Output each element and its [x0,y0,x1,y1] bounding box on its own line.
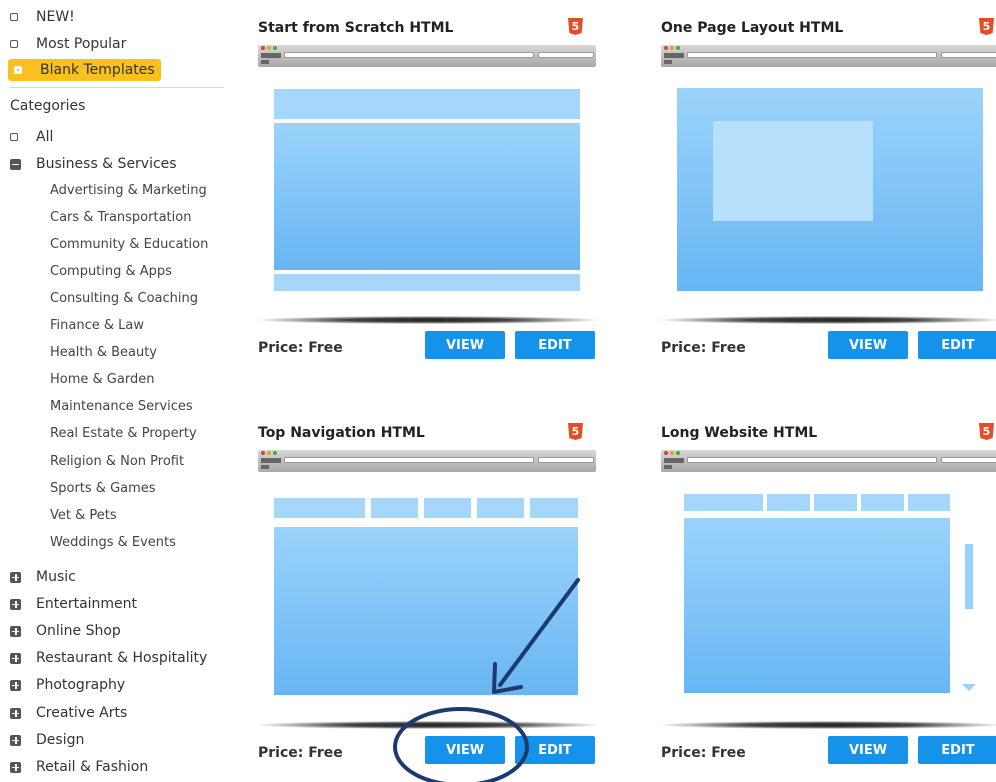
checkbox-icon[interactable] [10,133,18,141]
template-preview[interactable] [258,472,596,717]
category-label: Business & Services [36,156,177,172]
category-label: Music [36,569,76,585]
category-design[interactable]: Design [10,729,84,751]
card-shadow [258,316,598,324]
category-online-shop[interactable]: Online Shop [10,620,121,642]
template-card-one-page-layout: One Page Layout HTML 5 Price: Free VIEW … [661,0,996,380]
edit-button[interactable]: EDIT [918,331,996,359]
subcategory-item[interactable]: Cars & Transportation [50,207,191,227]
template-title: Start from Scratch HTML [258,20,454,36]
category-photography[interactable]: Photography [10,674,125,696]
card-shadow [258,721,598,729]
expand-icon[interactable] [10,571,21,583]
subcategory-item[interactable]: Finance & Law [50,315,144,335]
subcategory-item[interactable]: Computing & Apps [50,261,172,281]
filter-label: Blank Templates [40,62,155,78]
template-title: Top Navigation HTML [258,425,425,441]
expand-icon[interactable] [10,707,21,719]
edit-button[interactable]: EDIT [515,736,595,764]
category-retail-fashion[interactable]: Retail & Fashion [10,756,148,778]
category-label: Restaurant & Hospitality [36,650,208,666]
template-preview[interactable] [661,67,996,312]
filter-label: NEW! [36,9,75,25]
category-label: All [36,129,54,145]
html5-icon: 5 [979,18,994,35]
template-price: Price: Free [258,745,343,761]
template-title: Long Website HTML [661,425,818,441]
subcategory-item[interactable]: Real Estate & Property [50,423,197,443]
category-business[interactable]: Business & Services [10,153,177,175]
view-button[interactable]: VIEW [425,331,505,359]
template-price: Price: Free [661,340,746,356]
browser-chrome [258,450,596,472]
expand-icon[interactable] [10,625,21,637]
browser-chrome [661,450,996,472]
category-label: Creative Arts [36,705,128,721]
scroll-down-icon [962,684,976,691]
category-entertainment[interactable]: Entertainment [10,593,137,615]
browser-chrome [258,45,596,67]
subcategory-item[interactable]: Weddings & Events [50,532,176,552]
subcategory-item[interactable]: Home & Garden [50,369,154,389]
filter-blank-templates[interactable]: Blank Templates [8,59,161,81]
checkbox-icon[interactable] [10,40,18,48]
category-creative-arts[interactable]: Creative Arts [10,702,127,724]
collapse-icon[interactable] [10,158,21,170]
edit-button[interactable]: EDIT [918,736,996,764]
template-price: Price: Free [661,745,746,761]
subcategory-item[interactable]: Vet & Pets [50,505,117,525]
template-preview[interactable] [661,472,996,717]
view-button[interactable]: VIEW [425,736,505,764]
subcategory-item[interactable]: Maintenance Services [50,396,193,416]
category-label: Design [36,732,85,748]
card-shadow [661,316,996,324]
category-music[interactable]: Music [10,566,76,588]
expand-icon[interactable] [10,761,21,773]
view-button[interactable]: VIEW [828,331,908,359]
categories-heading: Categories [10,98,86,114]
html5-icon: 5 [568,423,583,440]
category-label: Photography [36,677,126,693]
html5-icon: 5 [568,18,583,35]
expand-icon[interactable] [10,679,21,691]
expand-icon[interactable] [10,734,21,746]
view-button[interactable]: VIEW [828,736,908,764]
category-label: Entertainment [36,596,138,612]
browser-chrome [661,45,996,67]
subcategory-item[interactable]: Religion & Non Profit [50,451,184,471]
category-label: Retail & Fashion [36,759,149,775]
template-card-long-website: Long Website HTML 5 Price: Free VIEW EDI… [661,405,996,782]
filter-new[interactable]: NEW! [10,6,75,28]
template-preview[interactable] [258,67,596,312]
scrollbar-thumb [965,544,973,609]
expand-icon[interactable] [10,652,21,664]
filter-most-popular[interactable]: Most Popular [10,33,126,55]
template-title: One Page Layout HTML [661,20,844,36]
edit-button[interactable]: EDIT [515,331,595,359]
filter-label: Most Popular [36,36,127,52]
subcategory-item[interactable]: Consulting & Coaching [50,288,198,308]
template-card-start-from-scratch: Start from Scratch HTML 5 Price: Free VI… [258,0,598,380]
template-price: Price: Free [258,340,343,356]
divider [10,87,224,88]
category-restaurant[interactable]: Restaurant & Hospitality [10,647,207,669]
category-all[interactable]: All [10,126,53,148]
subcategory-item[interactable]: Health & Beauty [50,342,157,362]
html5-icon: 5 [979,423,994,440]
category-label: Online Shop [36,623,121,639]
template-card-top-navigation: Top Navigation HTML 5 Price: Free VIEW E… [258,405,598,782]
sidebar: NEW! Most Popular Blank Templates Catego… [0,0,230,782]
checkbox-checked-icon[interactable] [14,66,22,74]
expand-icon[interactable] [10,598,21,610]
subcategory-item[interactable]: Advertising & Marketing [50,180,207,200]
subcategory-item[interactable]: Sports & Games [50,478,156,498]
checkbox-icon[interactable] [10,13,18,21]
card-shadow [661,721,996,729]
subcategory-item[interactable]: Community & Education [50,234,208,254]
